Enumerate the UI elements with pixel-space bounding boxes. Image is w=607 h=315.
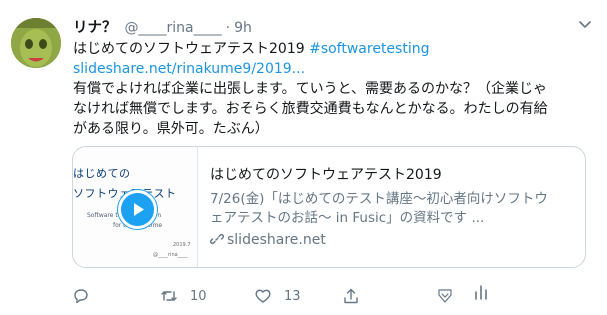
play-icon[interactable]: [118, 190, 157, 229]
like-count: 13: [284, 288, 301, 304]
share-button[interactable]: [342, 286, 360, 306]
tweet-body-line: 有償でよければ企業に出張します。ていうと、需要あるのかな？（企業じゃ: [73, 81, 548, 97]
tweet-body-line: がある限り。県外可。たぶん）: [73, 121, 269, 137]
display-name[interactable]: リナ？: [73, 20, 117, 36]
tweet-title-text: はじめてのソフトウェアテスト2019: [73, 41, 310, 57]
tweet[interactable]: リナ？ @____rina____ · 9h はじめてのソフトウェアテスト2019 #…: [0, 0, 607, 315]
analytics-button[interactable]: [436, 286, 454, 306]
stats-icon[interactable]: [472, 282, 490, 302]
user-handle[interactable]: @____rina____: [125, 20, 222, 36]
timestamp[interactable]: 9h: [234, 20, 252, 36]
retweet-button[interactable]: 10: [160, 286, 207, 306]
retweet-icon: [161, 291, 177, 301]
tweet-title-line: はじめてのソフトウェアテスト2019 #softwaretesting: [73, 39, 429, 59]
thumbnail-author: @____rina____: [153, 252, 188, 258]
like-icon: [255, 289, 271, 303]
thumbnail-date: 2019.7: [173, 242, 191, 248]
retweet-count: 10: [190, 288, 207, 304]
separator: ·: [225, 20, 231, 36]
tweet-body: 有償でよければ企業に出張します。ていうと、需要あるのかな？（企業じゃ なければ無…: [73, 79, 573, 139]
link-icon: [210, 234, 224, 244]
like-button[interactable]: 13: [254, 286, 301, 306]
share-icon: [344, 288, 358, 304]
hashtag-link[interactable]: #softwaretesting: [309, 41, 429, 57]
analytics-icon: [438, 289, 452, 303]
tweet-url-line: slideshare.net/rinakume9/2019...: [73, 59, 305, 79]
reply-button[interactable]: [72, 286, 102, 306]
card-thumbnail[interactable]: はじめての ソフトウェアテスト Software testing to lear…: [73, 147, 198, 267]
tweet-url-link[interactable]: slideshare.net/rinakume9/2019...: [73, 61, 305, 77]
card-title: はじめてのソフトウェアテスト2019: [210, 167, 442, 183]
card-domain-text: slideshare.net: [227, 232, 326, 248]
card-text: はじめてのソフトウェアテスト2019 7/26(金)「はじめてのテスト講座～初心…: [210, 157, 575, 248]
caret-down-icon[interactable]: [575, 14, 595, 34]
card-description-line: ェアテストのお話～ in Fusic」の資料です ...: [210, 210, 485, 226]
tweet-body-line: なければ無償でします。おそらく旅費交通費もなんとかなる。わたしの有給: [73, 101, 548, 117]
card-description: 7/26(金)「はじめてのテスト講座～初心者向けソフトウ ェアテストのお話～ i…: [210, 190, 575, 228]
thumbnail-title-line1: はじめての: [73, 167, 131, 180]
tweet-header: リナ？ @____rina____ · 9h: [73, 16, 252, 36]
card-description-line: 7/26(金)「はじめてのテスト講座～初心者向けソフトウ: [210, 191, 548, 207]
avatar[interactable]: [11, 18, 61, 68]
reply-icon: [74, 289, 88, 304]
card-domain: slideshare.net: [210, 232, 575, 248]
link-card[interactable]: はじめての ソフトウェアテスト Software testing to lear…: [72, 146, 586, 268]
